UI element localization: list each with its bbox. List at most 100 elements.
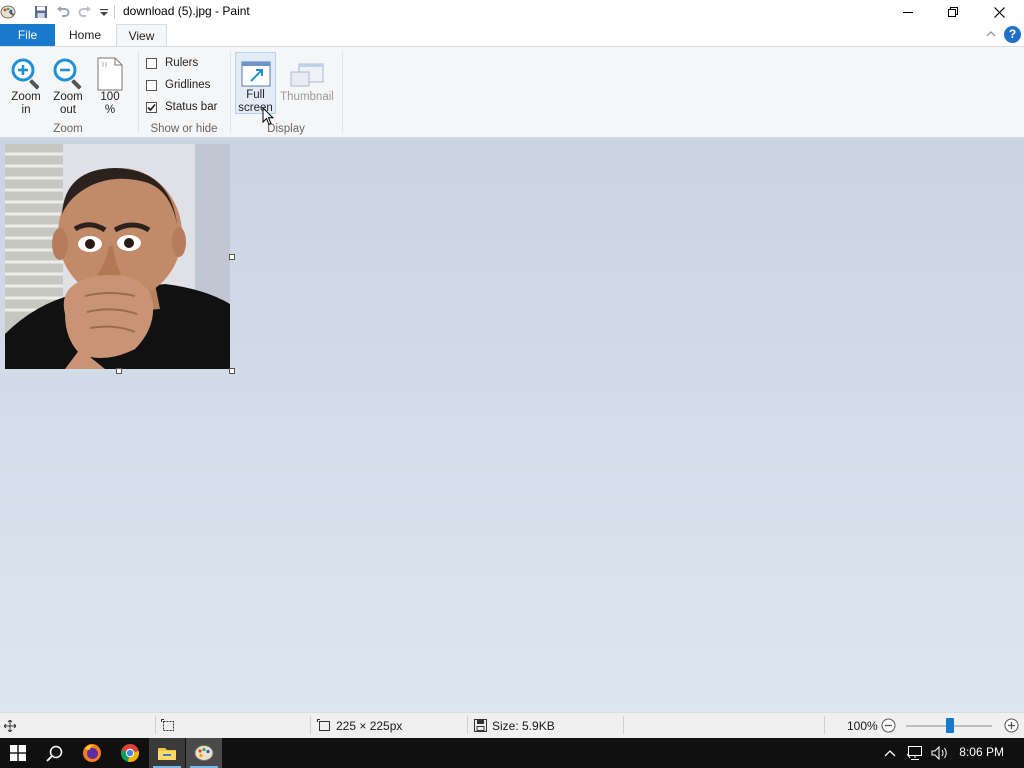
status-separator bbox=[155, 716, 156, 734]
actual-size-page-icon bbox=[93, 51, 127, 91]
status-bar-checkbox[interactable]: Status bar bbox=[146, 99, 217, 115]
zoom-in-button[interactable]: Zoom in bbox=[8, 51, 44, 117]
disk-size-icon bbox=[474, 719, 487, 732]
title-separator bbox=[114, 5, 115, 19]
taskbar-chrome[interactable] bbox=[112, 738, 148, 768]
network-button[interactable] bbox=[902, 738, 928, 768]
thumbnail-button[interactable]: Thumbnail bbox=[279, 51, 335, 104]
show-hidden-icons-button[interactable] bbox=[876, 738, 904, 768]
photo-man-hand-over-mouth bbox=[5, 144, 230, 369]
taskbar-clock[interactable]: 8:06 PM bbox=[959, 745, 1004, 759]
status-separator bbox=[467, 716, 468, 734]
customize-quick-access-icon[interactable] bbox=[96, 4, 112, 20]
speaker-icon bbox=[931, 745, 947, 761]
zoom-in-status-button[interactable] bbox=[1004, 718, 1019, 733]
zoom-100-label-1: 100 bbox=[100, 91, 120, 103]
zoom-in-label-2: in bbox=[21, 104, 31, 116]
cursor-position-icon bbox=[4, 720, 16, 732]
firefox-icon bbox=[83, 744, 101, 762]
search-icon bbox=[45, 745, 62, 762]
canvas-image[interactable] bbox=[5, 144, 230, 369]
zoom-100-label-2: % bbox=[104, 104, 116, 116]
full-screen-label-1: Full bbox=[246, 89, 265, 101]
minus-circle-icon bbox=[881, 718, 896, 733]
collapse-ribbon-button[interactable] bbox=[984, 27, 998, 41]
zoom-level-text: 100% bbox=[847, 719, 878, 733]
close-button[interactable] bbox=[976, 0, 1022, 24]
plus-circle-icon bbox=[1004, 718, 1019, 733]
group-separator bbox=[138, 51, 139, 133]
search-button[interactable] bbox=[36, 738, 72, 768]
taskbar-firefox[interactable] bbox=[74, 738, 110, 768]
full-screen-button[interactable]: Full screen bbox=[235, 52, 276, 114]
rulers-checkbox[interactable]: Rulers bbox=[146, 55, 198, 71]
file-size-text: Size: 5.9KB bbox=[492, 719, 555, 733]
group-separator bbox=[342, 51, 343, 133]
redo-icon[interactable] bbox=[77, 4, 93, 20]
windows-logo-icon bbox=[10, 745, 26, 761]
full-screen-icon bbox=[239, 53, 273, 89]
thumbnail-icon bbox=[290, 51, 324, 91]
start-button[interactable] bbox=[0, 738, 36, 768]
resize-handle-right[interactable] bbox=[229, 254, 235, 260]
restore-button[interactable] bbox=[930, 0, 976, 24]
tab-view[interactable]: View bbox=[116, 24, 167, 46]
image-dimensions-text: 225 × 225px bbox=[336, 719, 403, 733]
taskbar: 8:06 PM bbox=[0, 738, 1024, 768]
checkmark-icon bbox=[147, 103, 156, 111]
gridlines-label: Gridlines bbox=[165, 79, 211, 91]
zoom-out-icon bbox=[51, 51, 85, 91]
status-separator bbox=[310, 716, 311, 734]
thumbnail-label: Thumbnail bbox=[280, 91, 334, 103]
selection-size-icon bbox=[161, 719, 174, 731]
zoom-slider-thumb[interactable] bbox=[946, 718, 954, 733]
title-bar: download (5).jpg - Paint bbox=[0, 0, 1024, 24]
volume-button[interactable] bbox=[927, 738, 953, 768]
minimize-button[interactable] bbox=[885, 0, 931, 24]
ribbon-tabs: File Home View ? bbox=[0, 24, 1024, 46]
save-icon[interactable] bbox=[33, 4, 49, 20]
restore-icon bbox=[948, 7, 958, 17]
help-button[interactable]: ? bbox=[1004, 26, 1021, 43]
chrome-icon bbox=[120, 744, 140, 763]
zoom-out-status-button[interactable] bbox=[881, 718, 896, 733]
status-bar-label: Status bar bbox=[165, 101, 218, 113]
zoom-in-label-1: Zoom bbox=[11, 91, 41, 103]
close-icon bbox=[993, 6, 1005, 18]
taskbar-paint[interactable] bbox=[186, 738, 222, 768]
taskbar-file-explorer[interactable] bbox=[149, 738, 185, 768]
mouse-cursor-icon bbox=[262, 107, 274, 126]
zoom-out-label-2: out bbox=[60, 104, 76, 116]
network-icon bbox=[906, 746, 922, 760]
minimize-icon bbox=[903, 12, 913, 13]
display-group-label: Display bbox=[267, 123, 305, 135]
gridlines-checkbox[interactable]: Gridlines bbox=[146, 77, 210, 93]
undo-icon[interactable] bbox=[55, 4, 71, 20]
paint-app-icon[interactable] bbox=[0, 4, 16, 20]
tab-home[interactable]: Home bbox=[57, 24, 113, 46]
ribbon: Zoom in Zoom out 100 % Zoom Rulers Gridl… bbox=[0, 46, 1024, 138]
status-bar: 225 × 225px Size: 5.9KB 100% bbox=[0, 712, 1024, 738]
zoom-group-label: Zoom bbox=[53, 123, 83, 135]
rulers-checkbox-box[interactable] bbox=[146, 57, 157, 69]
show-hide-group-label: Show or hide bbox=[150, 123, 218, 135]
status-separator bbox=[623, 716, 624, 734]
zoom-out-label-1: Zoom bbox=[53, 91, 83, 103]
chevron-up-icon bbox=[986, 31, 996, 37]
status-separator bbox=[824, 716, 825, 734]
folder-icon bbox=[158, 748, 176, 760]
rulers-label: Rulers bbox=[165, 57, 199, 69]
zoom-100-button[interactable]: 100 % bbox=[92, 51, 128, 117]
group-separator bbox=[230, 51, 231, 133]
image-dimensions-icon bbox=[317, 719, 330, 731]
zoom-out-button[interactable]: Zoom out bbox=[50, 51, 86, 117]
tab-file[interactable]: File bbox=[0, 24, 55, 46]
resize-handle-bottom[interactable] bbox=[116, 368, 122, 374]
gridlines-checkbox-box[interactable] bbox=[146, 79, 157, 91]
zoom-in-icon bbox=[9, 51, 43, 91]
chevron-up-icon bbox=[884, 750, 896, 757]
window-title: download (5).jpg - Paint bbox=[123, 4, 250, 18]
status-bar-checkbox-box[interactable] bbox=[146, 101, 157, 113]
resize-handle-corner[interactable] bbox=[229, 368, 235, 374]
canvas-workspace[interactable] bbox=[0, 138, 1024, 712]
